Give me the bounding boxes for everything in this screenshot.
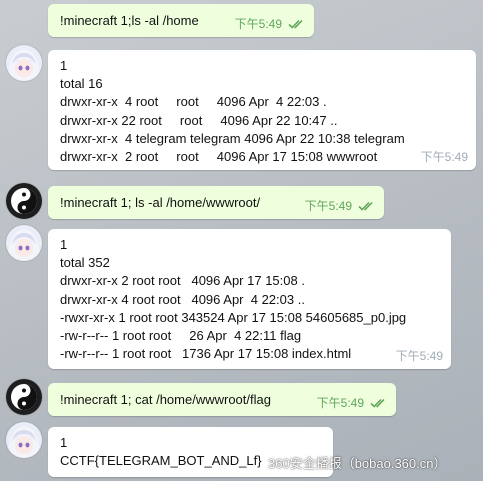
output-line: drwxr-xr-x 4 root root 4096 Apr 4 22:03 … [60, 94, 327, 110]
message-meta: 下午5:49 [421, 148, 468, 166]
output-line: -rwxr-xr-x 1 root root 343524 Apr 17 15:… [60, 309, 407, 325]
message-time: 下午5:49 [304, 198, 352, 213]
bot-avatar[interactable] [6, 379, 42, 415]
output-line: drwxr-xr-x 4 telegram telegram 4096 Apr … [60, 130, 405, 146]
double-check-icon [288, 19, 306, 29]
output-line: total 352 [60, 255, 110, 271]
output-line: -rw-r--r-- 1 root root 26 Apr 4 22:11 fl… [60, 328, 302, 344]
output-line: total 16 [60, 76, 103, 92]
output-line: drwxr-xr-x 22 root root 4096 Apr 22 10:4… [60, 112, 338, 128]
outgoing-message[interactable]: !minecraft 1;ls -al /home 下午5:49 [48, 4, 314, 37]
output-line: drwxr-xr-x 2 root root 4096 Apr 17 15:08… [60, 149, 378, 165]
anime-girl-avatar [6, 422, 42, 458]
message-meta: 下午5:49 [305, 197, 376, 215]
user-avatar[interactable] [6, 422, 42, 458]
output-line: 1 [60, 58, 68, 73]
incoming-message[interactable]: 1 total 16 drwxr-xr-x 4 root root 4096 A… [48, 50, 476, 170]
output-line: drwxr-xr-x 4 root root 4096 Apr 4 22:03 … [60, 291, 305, 307]
output-line: 1 [60, 237, 68, 252]
yin-yang-avatar [6, 379, 42, 415]
message-time: 下午5:49 [395, 348, 443, 363]
output-line: drwxr-xr-x 2 root root 4096 Apr 17 15:08… [60, 273, 305, 289]
message-time: 下午5:49 [420, 149, 468, 164]
outgoing-message[interactable]: !minecraft 1; ls -al /home/wwwroot/ 下午5:… [48, 186, 384, 219]
incoming-message[interactable]: 1 total 352 drwxr-xr-x 2 root root 4096 … [48, 229, 451, 369]
user-avatar[interactable] [6, 225, 42, 261]
watermark: 360安全播报（bobao.360.cn） [268, 456, 447, 471]
message-meta: 下午5:49 [396, 347, 443, 365]
bot-avatar[interactable] [6, 183, 42, 219]
message-meta: 下午5:49 [235, 15, 306, 33]
yin-yang-avatar [6, 183, 42, 219]
anime-girl-avatar [6, 45, 42, 81]
anime-girl-avatar [6, 225, 42, 261]
double-check-icon [358, 201, 376, 211]
message-meta: 下午5:49 [317, 394, 388, 412]
output-line: 1 [60, 435, 68, 450]
message-time: 下午5:49 [316, 395, 364, 410]
double-check-icon [370, 398, 388, 408]
outgoing-message[interactable]: !minecraft 1; cat /home/wwwroot/flag 下午5… [48, 383, 396, 416]
output-line: -rw-r--r-- 1 root root 1736 Apr 17 15:08… [60, 346, 352, 362]
user-avatar[interactable] [6, 45, 42, 81]
message-time: 下午5:49 [234, 16, 282, 31]
